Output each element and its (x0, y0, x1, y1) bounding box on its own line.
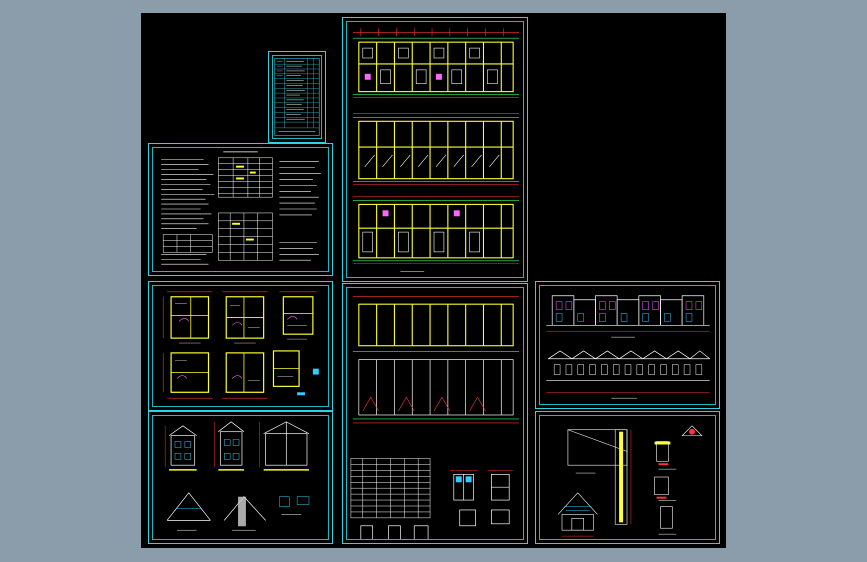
drawing-index-table (274, 58, 320, 136)
sheet-typical-unit-plans[interactable] (148, 281, 333, 411)
cad-model-space[interactable] (141, 13, 726, 548)
row-elevations-drawing (546, 295, 710, 399)
unit-plans-drawing (162, 291, 319, 399)
sheet-roof-plan-door-window-schedule[interactable] (342, 283, 528, 544)
floor-plans-drawing (352, 28, 520, 272)
sheet-design-notes[interactable] (148, 143, 333, 276)
sheet-row-house-floor-plans[interactable] (342, 17, 528, 282)
wall-details-drawing (557, 425, 703, 537)
sheet-row-elevations[interactable] (535, 281, 720, 409)
design-notes-content (161, 151, 321, 265)
sheet-wall-details[interactable] (535, 411, 720, 544)
sheet-drawing-index[interactable] (268, 51, 326, 143)
sheet-unit-elevations-sections[interactable] (148, 411, 333, 544)
unit-elevations-drawing (164, 421, 310, 531)
roof-plan-schedule-drawing (350, 295, 520, 540)
